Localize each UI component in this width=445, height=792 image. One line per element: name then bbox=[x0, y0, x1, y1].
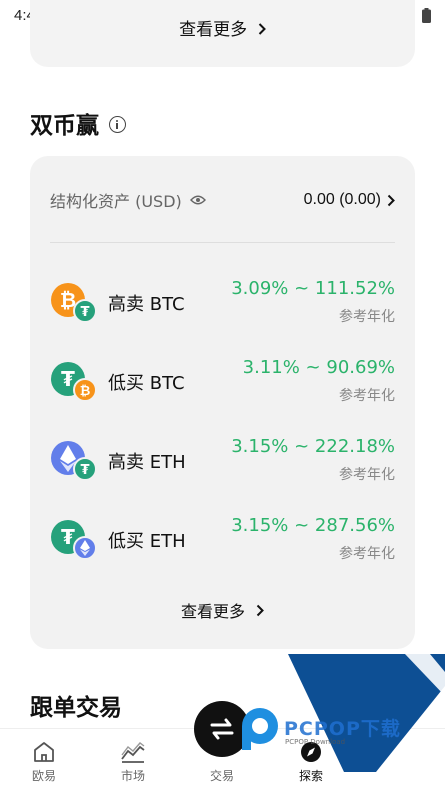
product-rate: 3.09% ~ 111.52% bbox=[231, 278, 395, 299]
product-row-buy-low-btc[interactable]: ₮ ₿ 低买 BTC 3.11% ~ 90.69% 参考年化 bbox=[50, 355, 395, 415]
info-icon[interactable] bbox=[109, 116, 126, 133]
watermark-overlay: PCPOP下载 PCPOP Download bbox=[240, 654, 445, 772]
svg-text:₮: ₮ bbox=[61, 525, 75, 549]
dual-coin-card: 结构化资产 (USD) 0.00 (0.00) ₿ ₮ 高卖 BTC 3.09%… bbox=[30, 156, 415, 649]
product-name: 高卖 ETH bbox=[108, 452, 186, 473]
product-row-sell-high-btc[interactable]: ₿ ₮ 高卖 BTC 3.09% ~ 111.52% 参考年化 bbox=[50, 276, 395, 336]
usdt-eth-pair-icon: ₮ bbox=[51, 520, 97, 559]
battery-icon bbox=[422, 7, 431, 23]
nav-label: 欧易 bbox=[31, 769, 56, 783]
eye-icon[interactable] bbox=[189, 195, 206, 205]
watermark-logo-icon bbox=[242, 654, 445, 772]
product-row-buy-low-eth[interactable]: ₮ 低买 ETH 3.15% ~ 287.56% 参考年化 bbox=[50, 513, 395, 573]
svg-text:₮: ₮ bbox=[61, 367, 75, 391]
previous-section-card: 查看更多 bbox=[30, 0, 415, 67]
divider bbox=[50, 242, 395, 243]
usdt-btc-pair-icon: ₮ ₿ bbox=[51, 362, 97, 401]
dual-coin-title: 双币赢 bbox=[30, 106, 126, 140]
product-rate: 3.11% ~ 90.69% bbox=[242, 357, 395, 378]
market-icon bbox=[121, 742, 145, 763]
product-rate-caption: 参考年化 bbox=[339, 388, 395, 404]
product-rate: 3.15% ~ 287.56% bbox=[231, 515, 395, 536]
copy-trading-title: 跟单交易 bbox=[30, 688, 122, 722]
product-name: 低买 ETH bbox=[108, 531, 186, 552]
structured-assets-value[interactable]: 0.00 (0.00) bbox=[304, 191, 395, 209]
svg-text:₮: ₮ bbox=[80, 463, 89, 478]
nav-label: 市场 bbox=[120, 769, 145, 783]
chevron-right-icon bbox=[256, 604, 264, 617]
watermark-text: PCPOP下载 bbox=[284, 718, 401, 740]
nav-item-market[interactable]: 市场 bbox=[103, 739, 163, 784]
structured-assets-row[interactable]: 结构化资产 (USD) 0.00 (0.00) bbox=[50, 188, 395, 212]
previous-see-more-button[interactable]: 查看更多 bbox=[30, 15, 415, 40]
product-rate-caption: 参考年化 bbox=[339, 309, 395, 325]
previous-see-more-label: 查看更多 bbox=[179, 20, 248, 39]
see-more-label: 查看更多 bbox=[180, 602, 245, 621]
watermark-subtext: PCPOP Download bbox=[285, 738, 346, 746]
dual-coin-title-text: 双币赢 bbox=[30, 113, 99, 139]
structured-assets-label: 结构化资产 (USD) bbox=[50, 192, 182, 211]
eth-usdt-pair-icon: ₮ bbox=[51, 441, 97, 480]
product-name: 低买 BTC bbox=[108, 373, 185, 394]
structured-assets-amount: 0.00 (0.00) bbox=[303, 191, 381, 208]
product-name: 高卖 BTC bbox=[108, 294, 185, 315]
svg-text:₮: ₮ bbox=[80, 305, 89, 320]
product-row-sell-high-eth[interactable]: ₮ 高卖 ETH 3.15% ~ 222.18% 参考年化 bbox=[50, 434, 395, 494]
btc-usdt-pair-icon: ₿ ₮ bbox=[51, 283, 97, 322]
svg-text:₿: ₿ bbox=[80, 384, 91, 399]
product-rate-caption: 参考年化 bbox=[339, 467, 395, 483]
nav-label: 交易 bbox=[209, 769, 234, 783]
product-rate: 3.15% ~ 222.18% bbox=[231, 436, 395, 457]
nav-item-home[interactable]: 欧易 bbox=[14, 739, 74, 784]
see-more-button[interactable]: 查看更多 bbox=[30, 598, 415, 622]
home-icon bbox=[34, 742, 54, 762]
chevron-right-icon bbox=[387, 194, 395, 206]
chevron-right-icon bbox=[258, 23, 266, 35]
copy-trading-title-text: 跟单交易 bbox=[30, 695, 122, 721]
product-rate-caption: 参考年化 bbox=[339, 546, 395, 562]
